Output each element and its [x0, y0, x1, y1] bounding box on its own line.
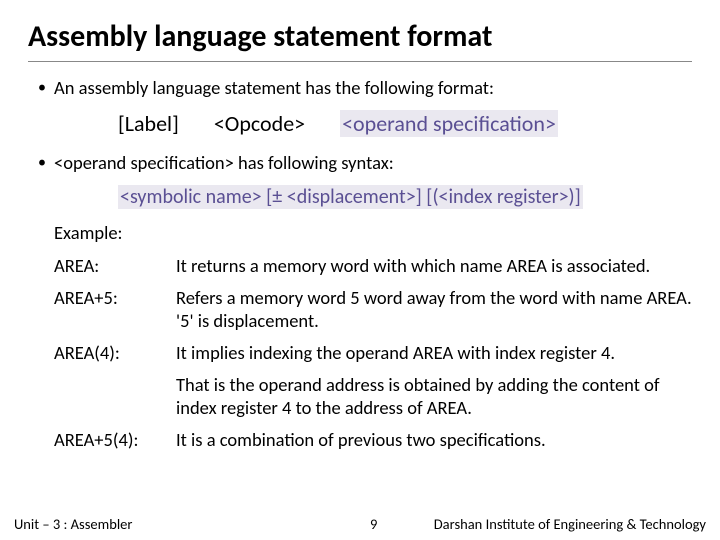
example-desc: That is the operand address is obtained … — [176, 373, 692, 420]
table-row: AREA(4): It implies indexing the operand… — [54, 341, 692, 365]
example-desc: It returns a memory word with which name… — [176, 254, 692, 278]
examples-table: AREA: It returns a memory word with whic… — [54, 254, 692, 452]
bullet-1: • An assembly language statement has the… — [38, 76, 692, 100]
example-key: AREA(4): — [54, 341, 176, 365]
bullet-1-text: An assembly language statement has the f… — [54, 76, 692, 99]
example-desc: It implies indexing the operand AREA wit… — [176, 341, 692, 365]
footer-page: 9 — [370, 515, 377, 533]
bullet-2: • <operand specification> has following … — [38, 151, 692, 175]
format-opcode: <Opcode> — [214, 110, 305, 137]
syntax-line: <symbolic name> [± <displacement>] [(<in… — [118, 185, 692, 209]
bullet-2-text: <operand specification> has following sy… — [54, 151, 692, 174]
format-operand: <operand specification> — [340, 110, 558, 137]
bullet-icon: • — [38, 76, 54, 100]
slide-footer: Unit – 3 : Assembler 9 Darshan Institute… — [0, 508, 720, 540]
table-row: AREA+5: Refers a memory word 5 word away… — [54, 286, 692, 333]
format-label: [Label] — [118, 110, 179, 137]
footer-left: Unit – 3 : Assembler — [14, 515, 132, 533]
table-row: AREA: It returns a memory word with whic… — [54, 254, 692, 278]
example-key: AREA: — [54, 254, 176, 278]
table-row: That is the operand address is obtained … — [54, 373, 692, 420]
example-desc: It is a combination of previous two spec… — [176, 428, 692, 452]
table-row: AREA+5(4): It is a combination of previo… — [54, 428, 692, 452]
example-desc: Refers a memory word 5 word away from th… — [176, 286, 692, 333]
bullet-icon: • — [38, 151, 54, 175]
slide-title: Assembly language statement format — [28, 18, 692, 62]
footer-right: Darshan Institute of Engineering & Techn… — [434, 515, 706, 533]
syntax-text: <symbolic name> [± <displacement>] [(<in… — [118, 185, 583, 209]
example-key: AREA+5: — [54, 286, 176, 333]
example-key: AREA+5(4): — [54, 428, 176, 452]
format-line: [Label] <Opcode> <operand specification> — [118, 110, 692, 137]
slide-body: Assembly language statement format • An … — [0, 0, 720, 452]
example-heading: Example: — [54, 221, 692, 244]
example-key — [54, 373, 176, 420]
